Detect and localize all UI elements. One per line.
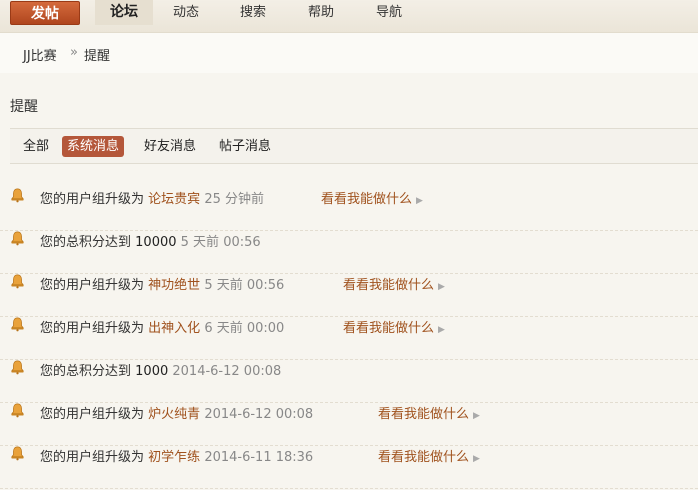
- tab-friends[interactable]: 好友消息: [139, 136, 201, 157]
- notice-text: 您的用户组升级为 论坛贵宾 25 分钟前: [40, 188, 264, 207]
- nav-search[interactable]: 搜索: [230, 0, 276, 25]
- notice-message: 您的用户组升级为: [40, 407, 145, 422]
- notice-time: 2014-6-12 00:08: [204, 407, 314, 422]
- triangle-right-icon: ▶: [473, 454, 480, 464]
- what-can-i-do-link[interactable]: 看看我能做什么 ▶: [343, 317, 445, 336]
- notice-item: 您的用户组升级为 出神入化 6 天前 00:00 看看我能做什么 ▶: [0, 317, 698, 360]
- what-can-i-do-link[interactable]: 看看我能做什么 ▶: [321, 188, 423, 207]
- notice-time: 5 天前 00:56: [180, 235, 261, 250]
- what-can-i-do-label: 看看我能做什么: [321, 192, 413, 207]
- breadcrumb-separator: »: [70, 45, 78, 60]
- user-group-link[interactable]: 炉火纯青: [148, 407, 200, 422]
- bell-icon: [11, 231, 24, 246]
- breadcrumb-current[interactable]: 提醒: [84, 45, 110, 64]
- tab-system[interactable]: 系统消息: [62, 136, 125, 157]
- user-group-link[interactable]: 神功绝世: [148, 278, 200, 293]
- notice-item: 您的用户组升级为 炉火纯青 2014-6-12 00:08 看看我能做什么 ▶: [0, 403, 698, 446]
- notice-item: 您的总积分达到 1000 2014-6-12 00:08: [0, 360, 698, 403]
- triangle-right-icon: ▶: [416, 196, 423, 206]
- notice-text: 您的用户组升级为 出神入化 6 天前 00:00: [40, 317, 284, 336]
- notice-message: 您的用户组升级为: [40, 450, 145, 465]
- triangle-right-icon: ▶: [438, 282, 445, 292]
- user-group-link[interactable]: 论坛贵宾: [148, 192, 200, 207]
- notice-text: 您的用户组升级为 神功绝世 5 天前 00:56: [40, 274, 284, 293]
- nav-forum[interactable]: 论坛: [95, 0, 153, 25]
- user-group-link[interactable]: 出神入化: [148, 321, 200, 336]
- notice-text: 您的用户组升级为 炉火纯青 2014-6-12 00:08: [40, 403, 313, 422]
- notice-item: 您的总积分达到 10000 5 天前 00:56: [0, 231, 698, 274]
- notice-item: 您的用户组升级为 神功绝世 5 天前 00:56 看看我能做什么 ▶: [0, 274, 698, 317]
- bell-icon: [11, 403, 24, 418]
- what-can-i-do-label: 看看我能做什么: [378, 450, 470, 465]
- tab-all[interactable]: 全部: [18, 136, 54, 157]
- notice-time: 5 天前 00:56: [204, 278, 285, 293]
- nav-guide[interactable]: 导航: [366, 0, 412, 25]
- notice-message: 您的用户组升级为: [40, 321, 145, 336]
- breadcrumb-home[interactable]: JJ比赛: [23, 45, 57, 64]
- what-can-i-do-label: 看看我能做什么: [378, 407, 470, 422]
- notice-text: 您的总积分达到 10000 5 天前 00:56: [40, 231, 261, 250]
- points-value: 1000: [135, 364, 169, 379]
- bell-icon: [11, 274, 24, 289]
- what-can-i-do-link[interactable]: 看看我能做什么 ▶: [378, 403, 480, 422]
- bell-icon: [11, 188, 24, 203]
- post-button[interactable]: 发帖: [10, 1, 80, 25]
- what-can-i-do-label: 看看我能做什么: [343, 321, 435, 336]
- notice-time: 2014-6-12 00:08: [172, 364, 282, 379]
- bell-icon: [11, 360, 24, 375]
- notice-message: 您的总积分达到: [40, 235, 132, 250]
- bell-icon: [11, 446, 24, 461]
- breadcrumb: JJ比赛 » 提醒: [0, 33, 698, 73]
- nav-activity[interactable]: 动态: [163, 0, 209, 25]
- notice-text: 您的总积分达到 1000 2014-6-12 00:08: [40, 360, 281, 379]
- notice-time: 2014-6-11 18:36: [204, 450, 314, 465]
- what-can-i-do-label: 看看我能做什么: [343, 278, 435, 293]
- page-title: 提醒: [10, 99, 38, 115]
- tab-posts[interactable]: 帖子消息: [214, 136, 276, 157]
- notice-item: 您的用户组升级为 论坛贵宾 25 分钟前 看看我能做什么 ▶: [0, 188, 698, 231]
- what-can-i-do-link[interactable]: 看看我能做什么 ▶: [343, 274, 445, 293]
- notice-message: 您的用户组升级为: [40, 192, 145, 207]
- nav-help[interactable]: 帮助: [298, 0, 344, 25]
- notice-message: 您的用户组升级为: [40, 278, 145, 293]
- notice-item: 您的用户组升级为 初学乍练 2014-6-11 18:36 看看我能做什么 ▶: [0, 446, 698, 489]
- notice-message: 您的总积分达到: [40, 364, 132, 379]
- notice-text: 您的用户组升级为 初学乍练 2014-6-11 18:36: [40, 446, 313, 465]
- triangle-right-icon: ▶: [473, 411, 480, 421]
- tab-bar: 全部 系统消息 好友消息 帖子消息: [10, 128, 698, 164]
- user-group-link[interactable]: 初学乍练: [148, 450, 200, 465]
- triangle-right-icon: ▶: [438, 325, 445, 335]
- points-value: 10000: [135, 235, 177, 250]
- what-can-i-do-link[interactable]: 看看我能做什么 ▶: [378, 446, 480, 465]
- bell-icon: [11, 317, 24, 332]
- top-nav: 发帖 论坛 动态 搜索 帮助 导航: [0, 0, 698, 33]
- notice-time: 6 天前 00:00: [204, 321, 285, 336]
- notice-time: 25 分钟前: [204, 192, 264, 207]
